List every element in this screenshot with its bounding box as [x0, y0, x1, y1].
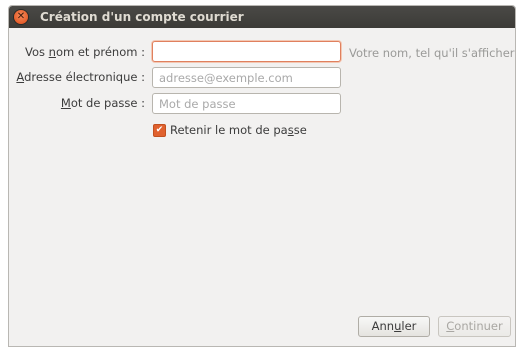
- title-bar: ✕ Création d'un compte courrier: [9, 6, 515, 28]
- close-icon[interactable]: ✕: [14, 10, 28, 24]
- name-hint: Votre nom, tel qu'il s'affichera: [349, 46, 516, 60]
- email-input[interactable]: [152, 67, 341, 88]
- continue-button[interactable]: Continuer: [438, 316, 511, 337]
- window-title: Création d'un compte courrier: [40, 10, 244, 24]
- name-input[interactable]: [152, 41, 341, 62]
- email-label: Adresse électronique :: [16, 70, 145, 84]
- password-input[interactable]: [152, 93, 341, 114]
- name-label: Vos nom et prénom :: [24, 45, 145, 59]
- remember-password-option[interactable]: ✔ Retenir le mot de passe: [153, 123, 307, 137]
- remember-password-label: Retenir le mot de passe: [170, 123, 307, 137]
- password-label: Mot de passe :: [60, 96, 145, 110]
- account-setup-dialog: ✕ Création d'un compte courrier Vos nom …: [8, 5, 516, 347]
- check-icon[interactable]: ✔: [153, 123, 166, 137]
- cancel-button[interactable]: Annuler: [358, 316, 430, 337]
